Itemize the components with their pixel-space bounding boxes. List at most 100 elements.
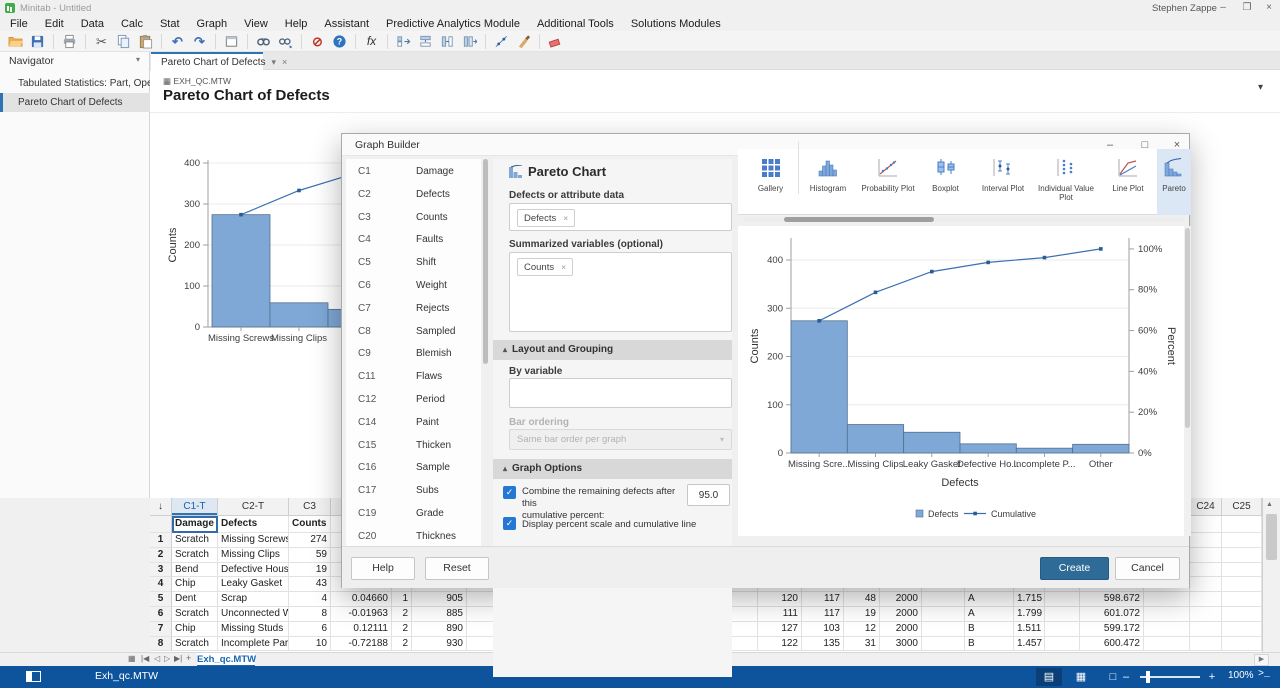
new-window-icon[interactable] <box>222 33 241 50</box>
row-number[interactable]: 6 <box>150 607 172 622</box>
grid-cell[interactable]: Scratch <box>172 548 218 563</box>
grid-cell[interactable]: B <box>965 622 1014 637</box>
grid-cell[interactable]: 59 <box>289 548 331 563</box>
tab-pareto-chart-of-defects[interactable]: Pareto Chart of Defects▾× <box>151 52 263 70</box>
grid-view-icon[interactable]: ▦ <box>1068 668 1094 686</box>
grid-cell[interactable]: 0.12111 <box>331 622 392 637</box>
menu-data[interactable]: Data <box>81 18 104 30</box>
find-next-icon[interactable] <box>276 33 295 50</box>
fx-icon[interactable]: fx <box>362 33 381 50</box>
grid-cell[interactable] <box>922 592 965 607</box>
grid-cell[interactable]: 274 <box>289 533 331 548</box>
grid-cell[interactable]: 120 <box>758 592 802 607</box>
sheet-tab-active[interactable]: Exh_qc.MTW <box>197 653 255 667</box>
grid-cell[interactable] <box>1144 637 1190 652</box>
row-number[interactable]: 4 <box>150 577 172 592</box>
grid-cell[interactable] <box>1222 622 1262 637</box>
column-item-c5[interactable]: C5Shift <box>346 252 481 274</box>
grid-cell[interactable]: 117 <box>802 592 844 607</box>
paste-icon[interactable] <box>136 33 155 50</box>
grid-cell[interactable] <box>1222 592 1262 607</box>
gallery-item-probability-plot[interactable]: Probability Plot <box>858 149 918 215</box>
grid-cell[interactable]: 890 <box>412 622 467 637</box>
grid-cell[interactable]: Dent <box>172 592 218 607</box>
grid-cell[interactable]: 12 <box>844 622 880 637</box>
by-variable-field[interactable] <box>509 378 732 408</box>
row-number[interactable]: 3 <box>150 563 172 578</box>
gallery-item-histogram[interactable]: Histogram <box>798 149 858 215</box>
column-list-scrollbar[interactable] <box>482 159 489 551</box>
remove-chip-icon[interactable]: × <box>563 213 568 223</box>
next-sheet-icon[interactable]: ▷ <box>164 654 170 663</box>
grid-cell[interactable]: Scratch <box>172 637 218 652</box>
open-file-icon[interactable] <box>6 33 25 50</box>
copy-icon[interactable] <box>114 33 133 50</box>
grid-cell[interactable]: 19 <box>289 563 331 578</box>
defects-chip[interactable]: Defects× <box>517 209 575 227</box>
grid-cell[interactable]: 43 <box>289 577 331 592</box>
print-icon[interactable] <box>60 33 79 50</box>
grid-cell[interactable]: 19 <box>844 607 880 622</box>
grid-cell[interactable]: 885 <box>412 607 467 622</box>
grid-cell[interactable]: Scratch <box>172 607 218 622</box>
column-item-c3[interactable]: C3Counts <box>346 207 481 229</box>
add-sheet-icon[interactable]: + <box>186 653 191 663</box>
grid-cell[interactable] <box>1190 563 1222 578</box>
grid-cell[interactable]: 2000 <box>880 607 922 622</box>
grid-cell[interactable]: -0.01963 <box>331 607 392 622</box>
grid-cell[interactable] <box>1045 607 1080 622</box>
grid-cell[interactable]: A <box>965 592 1014 607</box>
menu-help[interactable]: Help <box>285 18 308 30</box>
find-icon[interactable] <box>254 33 273 50</box>
grid-cell[interactable]: Missing Studs <box>218 622 289 637</box>
grid-cell[interactable] <box>1222 607 1262 622</box>
column-item-c17[interactable]: C17Subs <box>346 480 481 502</box>
column-item-c1[interactable]: C1Damage <box>346 161 481 183</box>
gallery-item-pareto[interactable]: Pareto <box>1157 149 1191 215</box>
reset-button[interactable]: Reset <box>425 557 489 580</box>
grid-cell[interactable] <box>1222 548 1262 563</box>
grid-cell[interactable]: B <box>965 637 1014 652</box>
variable-name-cell[interactable]: Counts <box>289 516 331 533</box>
grid-cell[interactable]: 2 <box>392 607 412 622</box>
grid-cell[interactable]: 2000 <box>880 622 922 637</box>
grid-cell[interactable] <box>1144 622 1190 637</box>
brush-icon[interactable] <box>514 33 533 50</box>
menu-view[interactable]: View <box>244 18 268 30</box>
variable-name-cell[interactable] <box>1222 516 1262 533</box>
sheet-list-icon[interactable]: ▦ <box>128 654 136 663</box>
grid-cell[interactable]: 127 <box>758 622 802 637</box>
insert-rows-icon[interactable] <box>416 33 435 50</box>
column-header-c1-t[interactable]: C1-T <box>172 498 218 516</box>
column-item-c12[interactable]: C12Period <box>346 389 481 411</box>
gallery-scrollbar[interactable] <box>743 217 1184 222</box>
grid-cell[interactable]: 2 <box>392 622 412 637</box>
section-layout-grouping[interactable]: Layout and Grouping <box>493 340 732 360</box>
row-number[interactable]: 5 <box>150 592 172 607</box>
grid-cell[interactable]: Missing Clips <box>218 548 289 563</box>
percent-scale-checkbox[interactable]: ✓ <box>503 517 516 530</box>
grid-cell[interactable] <box>1190 607 1222 622</box>
variable-name-cell[interactable]: Defects <box>218 516 289 533</box>
grid-cell[interactable] <box>1045 592 1080 607</box>
column-header-c25[interactable]: C25 <box>1222 498 1262 516</box>
menu-graph[interactable]: Graph <box>197 18 228 30</box>
save-icon[interactable] <box>28 33 47 50</box>
grid-cell[interactable]: Defective Housi <box>218 563 289 578</box>
tab-close-icon[interactable]: × <box>282 57 287 67</box>
grid-cell[interactable]: Scrap <box>218 592 289 607</box>
grid-cell[interactable] <box>1190 637 1222 652</box>
grid-cell[interactable]: 135 <box>802 637 844 652</box>
column-header-c2-t[interactable]: C2-T <box>218 498 289 516</box>
grid-cell[interactable] <box>1190 622 1222 637</box>
grid-cell[interactable] <box>1190 592 1222 607</box>
navigator-item-pareto-chart[interactable]: Pareto Chart of Defects <box>0 93 150 112</box>
menu-assistant[interactable]: Assistant <box>324 18 369 30</box>
command-line-icon[interactable]: >_ <box>1258 669 1270 680</box>
grid-cell[interactable] <box>1045 622 1080 637</box>
grid-cell[interactable] <box>922 622 965 637</box>
grid-cell[interactable] <box>1222 563 1262 578</box>
cut-icon[interactable]: ✂ <box>92 33 111 50</box>
eraser-icon[interactable] <box>546 33 565 50</box>
chevron-down-icon[interactable]: ▾ <box>136 55 140 64</box>
